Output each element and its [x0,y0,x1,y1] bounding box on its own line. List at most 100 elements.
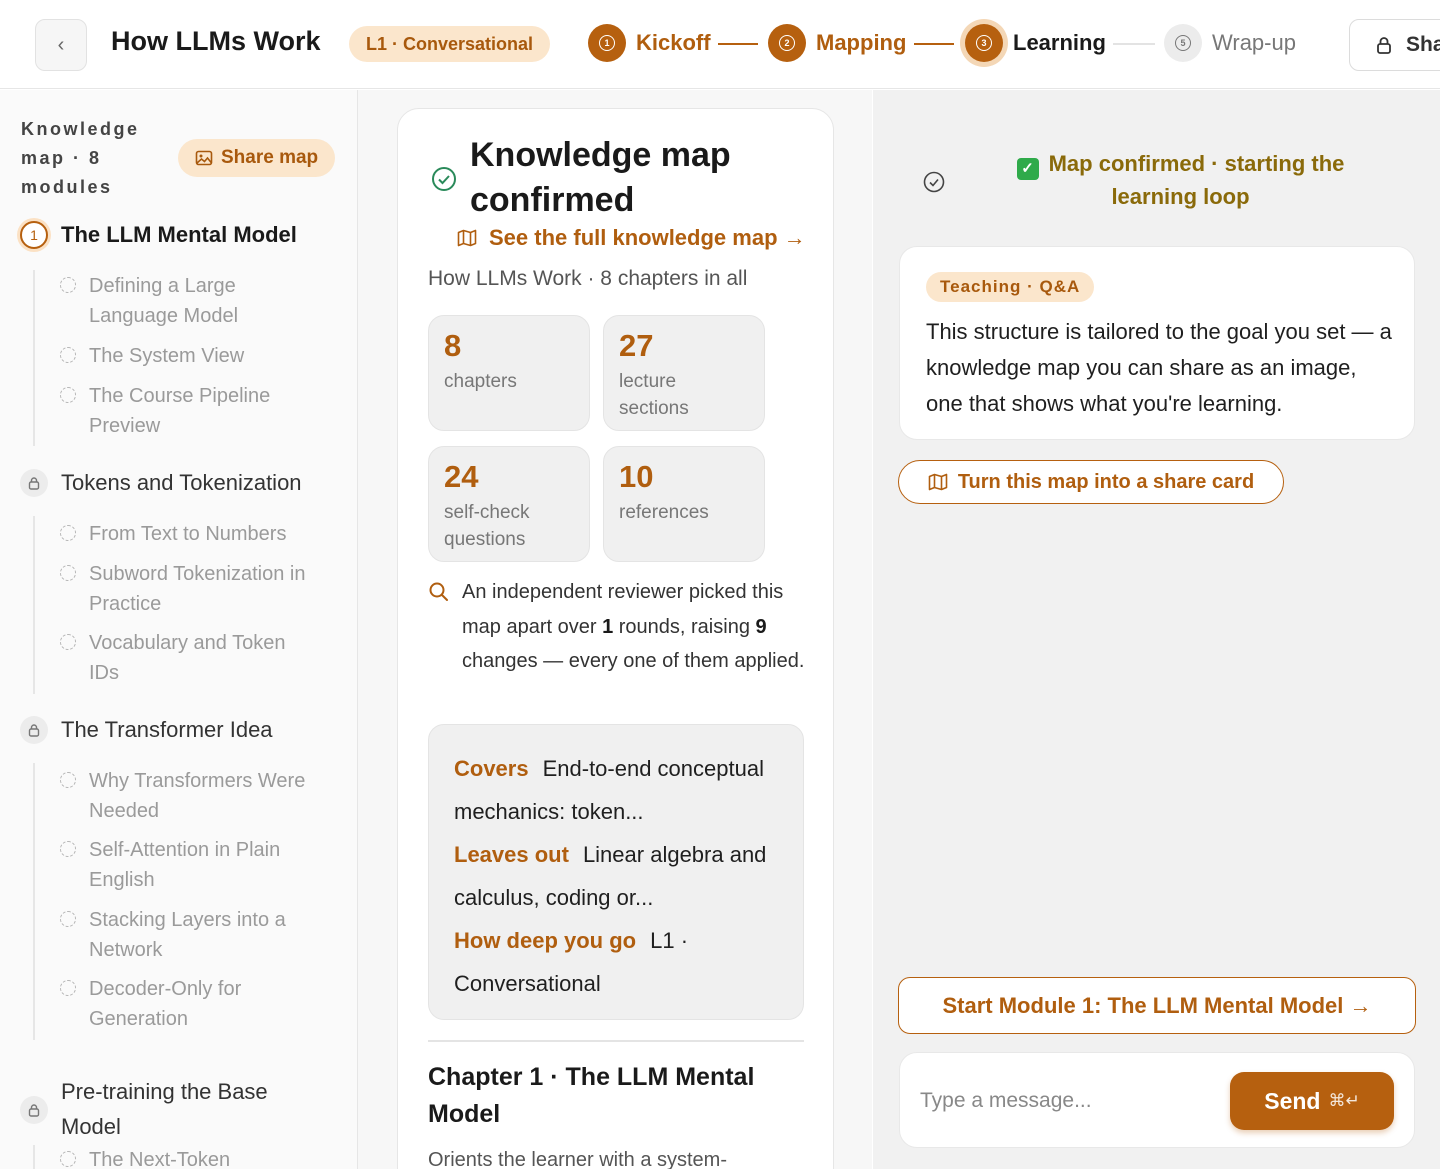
stat-self-check: 24 self-check questions [428,446,590,562]
map-summary-card: Knowledge map confirmed See the full kno… [397,108,834,1169]
stat-label: references [619,502,709,523]
step-label: Kickoff [636,30,711,55]
top-header: ‹ How LLMs Work L1 · Conversational 1 Ki… [0,0,1440,89]
lesson-item[interactable]: Vocabulary and Token IDs [60,628,310,688]
lesson-label: Subword Tokenization in Practice [89,563,306,615]
back-button[interactable]: ‹ [35,19,87,71]
lesson-item[interactable]: Stacking Layers into a Network [60,905,320,965]
status-message: ✓ Map confirmed · starting the learning l… [993,147,1368,213]
pending-icon [60,841,76,857]
lesson-rail [33,763,35,1040]
step-label: Mapping [816,30,907,55]
pending-icon [60,634,76,650]
message-tag: Teaching · Q&A [926,272,1095,302]
module-label: Tokens and Tokenization [61,470,302,495]
search-icon [429,582,448,601]
message-input[interactable] [920,1083,1220,1119]
module-item-llm-mental-model[interactable]: 1 The LLM Mental Model [20,221,297,252]
pending-icon [60,980,76,996]
stat-value: 8 [444,328,462,363]
stat-value: 24 [444,459,479,494]
message-composer: Send ⌘↵ [899,1052,1415,1148]
stat-chapters: 8 chapters [428,315,590,431]
send-button[interactable]: Send ⌘↵ [1230,1072,1394,1130]
stat-references: 10 references [603,446,765,562]
center-panel: Knowledge map confirmed See the full kno… [358,90,872,1169]
module-label: The Transformer Idea [61,717,273,742]
stat-label: lecture sections [619,371,689,419]
lesson-rail [33,270,35,446]
lesson-item[interactable]: Defining a Large Language Model [60,271,320,331]
lesson-item[interactable]: Why Transformers Were Needed [60,766,330,826]
pending-icon [60,1151,76,1167]
review-note: An independent reviewer picked this map … [462,581,805,672]
step-connector [718,43,758,45]
step-number: 2 [779,35,795,51]
pending-icon [60,277,76,293]
step-learning[interactable]: 3 Learning [965,24,1106,62]
module-label: The LLM Mental Model [61,222,297,247]
pending-icon [60,772,76,788]
share-label: Sha [1406,33,1440,56]
full-map-link-label: See the full knowledge map → [489,225,806,250]
stat-label: chapters [444,371,517,392]
send-label: Send [1264,1087,1321,1114]
leaves-out-key: Leaves out [454,842,569,867]
pending-icon [60,347,76,363]
module-item-pretraining[interactable]: Pre-training the Base Model [20,1078,301,1144]
lesson-item[interactable]: The Next-Token [60,1145,320,1169]
step-connector [914,43,954,45]
lesson-label: From Text to Numbers [89,523,287,545]
share-button[interactable]: Sha [1349,19,1440,71]
start-module-button[interactable]: Start Module 1: The LLM Mental Model → [898,977,1416,1034]
lesson-item[interactable]: Self-Attention in Plain English [60,835,320,895]
card-subtitle: How LLMs Work · 8 chapters in all [428,267,748,290]
share-map-button[interactable]: Share map [178,139,336,177]
lesson-label: Stacking Layers into a Network [89,909,286,961]
pending-icon [60,525,76,541]
sidebar-title: Knowledge map · 8 modules [21,119,140,197]
step-number: 1 [599,35,615,51]
status-label: Map confirmed · starting the learning lo… [1048,151,1345,209]
lesson-label: Why Transformers Were Needed [89,770,306,822]
lesson-item[interactable]: Subword Tokenization in Practice [60,559,330,619]
stat-label: self-check questions [444,502,530,550]
lock-icon [1377,37,1391,54]
stat-value: 10 [619,459,654,494]
share-card-button[interactable]: Turn this map into a share card [898,460,1284,504]
lesson-label: Defining a Large Language Model [89,275,239,327]
step-connector [1113,43,1155,45]
map-icon [457,229,477,247]
lesson-label: The Next-Token [89,1149,231,1169]
lesson-label: The System View [89,345,245,367]
lesson-item[interactable]: Decoder-Only for Generation [60,974,310,1034]
review-rounds: 1 [602,615,614,638]
level-badge: L1 · Conversational [349,26,551,62]
stat-value: 27 [619,328,654,363]
depth-key: How deep you go [454,928,637,953]
step-label: Wrap-up [1212,30,1296,55]
review-changes: 9 [755,615,767,638]
chat-panel: ✓ Map confirmed · starting the learning l… [873,90,1440,1169]
divider [428,1040,804,1042]
lesson-item[interactable]: The Course Pipeline Preview [60,381,310,441]
lesson-item[interactable]: From Text to Numbers [60,519,320,549]
step-wrap-up[interactable]: 5 Wrap-up [1164,24,1296,62]
module-item-transformer[interactable]: The Transformer Idea [20,716,273,747]
step-kickoff[interactable]: 1 Kickoff [588,24,711,62]
lesson-item[interactable]: The System View [60,341,330,371]
lesson-rail [33,516,35,694]
lesson-label: The Course Pipeline Preview [89,385,271,437]
card-title: Knowledge map confirmed [470,136,731,219]
step-label: Learning [1013,30,1106,55]
pending-icon [60,387,76,403]
chapter-title: Chapter 1 · The LLM Mental Model [428,1063,755,1128]
shortcut-hint: ⌘↵ [1328,1091,1360,1110]
lesson-label: Self-Attention in Plain English [89,839,281,891]
lesson-label: Vocabulary and Token IDs [89,632,286,684]
step-mapping[interactable]: 2 Mapping [768,24,906,62]
module-item-tokens[interactable]: Tokens and Tokenization [20,469,302,500]
full-map-link[interactable]: See the full knowledge map → [457,225,806,251]
scope-box: Covers End-to-end conceptual mechanics: t… [428,724,804,1020]
back-icon: ‹ [57,33,65,56]
